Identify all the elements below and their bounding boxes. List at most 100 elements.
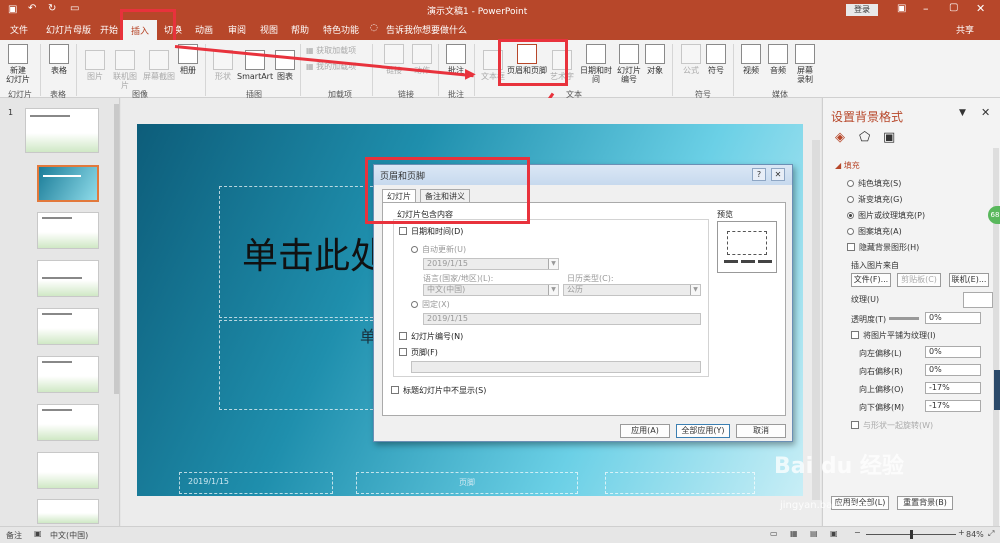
tab-slide-master[interactable]: 幻灯片母版: [46, 23, 91, 36]
language-status[interactable]: 中文(中国): [50, 530, 88, 541]
picture-button[interactable]: 图片: [82, 50, 108, 81]
tab-home[interactable]: 开始: [100, 23, 118, 36]
share-button[interactable]: 共享: [956, 23, 974, 36]
tab-slide[interactable]: 幻灯片: [382, 189, 416, 202]
offset-bottom-input[interactable]: -17%: [925, 400, 981, 412]
reset-background-button[interactable]: 重置背景(B): [897, 496, 953, 510]
calendar-select[interactable]: 公历 ▼: [563, 284, 701, 296]
texture-picker[interactable]: [963, 292, 993, 308]
layout-thumbnail-active[interactable]: [37, 165, 99, 202]
file-button[interactable]: 文件(F)...: [851, 273, 891, 287]
rotate-checkbox[interactable]: 与形状一起旋转(W): [851, 420, 933, 431]
undo-icon[interactable]: ↶: [28, 3, 36, 14]
table-button[interactable]: 表格: [48, 44, 70, 75]
footer-checkbox[interactable]: 页脚(F): [399, 347, 438, 358]
master-thumbnail[interactable]: [25, 108, 99, 153]
symbol-button[interactable]: 符号: [705, 44, 727, 75]
shape-button[interactable]: 形状: [210, 50, 236, 81]
tab-file[interactable]: 文件: [10, 23, 28, 36]
new-slide-button[interactable]: 新建 幻灯片: [6, 44, 30, 84]
hide-bg-checkbox[interactable]: 隐藏背景图形(H): [847, 242, 919, 253]
apply-button[interactable]: 应用(A): [620, 424, 670, 438]
screen-record-button[interactable]: 屏幕 录制: [794, 44, 816, 84]
side-handle[interactable]: [994, 370, 1000, 410]
tell-me-search[interactable]: 告诉我你想要做什么: [386, 23, 467, 36]
apply-all-button[interactable]: 全部应用(Y): [676, 424, 730, 438]
slide-scrollbar[interactable]: [812, 140, 820, 500]
equation-button[interactable]: 公式: [680, 44, 702, 75]
pattern-fill-radio[interactable]: 图案填充(A): [847, 226, 902, 237]
minimize-icon[interactable]: –: [923, 2, 929, 15]
zoom-out-icon[interactable]: −: [854, 528, 861, 537]
auto-update-radio[interactable]: 自动更新(U): [411, 244, 466, 255]
layout-thumbnail[interactable]: [37, 499, 99, 524]
fixed-date-input[interactable]: 2019/1/15: [423, 313, 701, 325]
redo-icon[interactable]: ↻: [48, 3, 56, 14]
solid-fill-radio[interactable]: 纯色填充(S): [847, 178, 901, 189]
maximize-icon[interactable]: ▢: [949, 2, 958, 13]
close-icon[interactable]: ✕: [976, 2, 985, 15]
layout-thumbnail[interactable]: [37, 356, 99, 393]
tab-view[interactable]: 视图: [260, 23, 278, 36]
datetime-checkbox[interactable]: 日期和时间(D): [399, 226, 463, 237]
gradient-fill-radio[interactable]: 渐变填充(G): [847, 194, 902, 205]
fit-slide-icon[interactable]: ⤢: [988, 529, 994, 539]
object-button[interactable]: 对象: [644, 44, 666, 75]
footer-placeholder[interactable]: 页脚: [356, 472, 578, 494]
tile-checkbox[interactable]: 将图片平铺为纹理(I): [851, 330, 936, 341]
layout-thumbnail[interactable]: [37, 212, 99, 249]
online-button[interactable]: 联机(E)...: [949, 273, 989, 287]
tab-help[interactable]: 帮助: [291, 23, 309, 36]
fill-header[interactable]: ◢ 填充: [835, 160, 860, 171]
audio-button[interactable]: 音频: [767, 44, 789, 75]
thumbnail-scrollbar[interactable]: [114, 104, 119, 394]
present-icon[interactable]: ▭: [70, 3, 79, 14]
transparency-input[interactable]: 0%: [925, 312, 981, 324]
tab-review[interactable]: 审阅: [228, 23, 246, 36]
footer-input[interactable]: [411, 361, 701, 373]
cancel-button[interactable]: 取消: [736, 424, 786, 438]
datetime-button[interactable]: 日期和时间: [577, 44, 615, 84]
reading-view-icon[interactable]: ▤: [810, 529, 818, 538]
slideshow-icon[interactable]: ▣: [830, 529, 838, 538]
pane-close-icon[interactable]: ✕: [981, 106, 990, 119]
slide-number-checkbox[interactable]: 幻灯片编号(N): [399, 331, 463, 342]
dialog-close-button[interactable]: ✕: [771, 168, 785, 181]
date-placeholder[interactable]: 2019/1/15: [179, 472, 333, 494]
picture-fill-radio[interactable]: 图片或纹理填充(P): [847, 210, 925, 221]
hide-title-checkbox[interactable]: 标题幻灯片中不显示(S): [391, 385, 486, 396]
screenshot-button[interactable]: 屏幕截图: [143, 50, 175, 81]
offset-right-input[interactable]: 0%: [925, 364, 981, 376]
get-addins-button[interactable]: ▦ 获取加载项: [306, 46, 364, 55]
zoom-thumb[interactable]: [910, 530, 913, 539]
pane-dropdown-icon[interactable]: ▼: [959, 108, 966, 118]
sorter-view-icon[interactable]: ▦: [790, 529, 798, 538]
login-button[interactable]: 登录: [846, 4, 878, 16]
zoom-level[interactable]: 84%: [966, 530, 984, 539]
layout-thumbnail[interactable]: [37, 260, 99, 297]
date-format-select[interactable]: 2019/1/15 ▼: [423, 258, 559, 270]
slide-number-button[interactable]: 幻灯片 编号: [615, 44, 643, 84]
video-button[interactable]: 视频: [740, 44, 762, 75]
normal-view-icon[interactable]: ▭: [770, 529, 778, 538]
save-icon[interactable]: ▣: [8, 4, 17, 15]
offset-top-input[interactable]: -17%: [925, 382, 981, 394]
ribbon-options-icon[interactable]: ▣: [897, 3, 906, 14]
layout-thumbnail[interactable]: [37, 308, 99, 345]
clipboard-button[interactable]: 剪贴板(C): [897, 273, 941, 287]
pane-scrollbar[interactable]: [993, 148, 999, 528]
number-placeholder[interactable]: [605, 472, 755, 494]
tab-features[interactable]: 特色功能: [323, 23, 359, 36]
effects-icon[interactable]: ⬠: [859, 130, 870, 145]
offset-left-input[interactable]: 0%: [925, 346, 981, 358]
help-button[interactable]: ?: [752, 168, 766, 181]
layout-thumbnail[interactable]: [37, 452, 99, 489]
picture-icon[interactable]: ▣: [883, 130, 895, 145]
fixed-radio[interactable]: 固定(X): [411, 299, 450, 310]
online-picture-button[interactable]: 联机图片: [110, 50, 140, 90]
transparency-slider[interactable]: [889, 317, 919, 320]
tab-animations[interactable]: 动画: [195, 23, 213, 36]
fill-icon[interactable]: ◈: [835, 130, 845, 145]
layout-thumbnail[interactable]: [37, 404, 99, 441]
language-select[interactable]: 中文(中国) ▼: [423, 284, 559, 296]
